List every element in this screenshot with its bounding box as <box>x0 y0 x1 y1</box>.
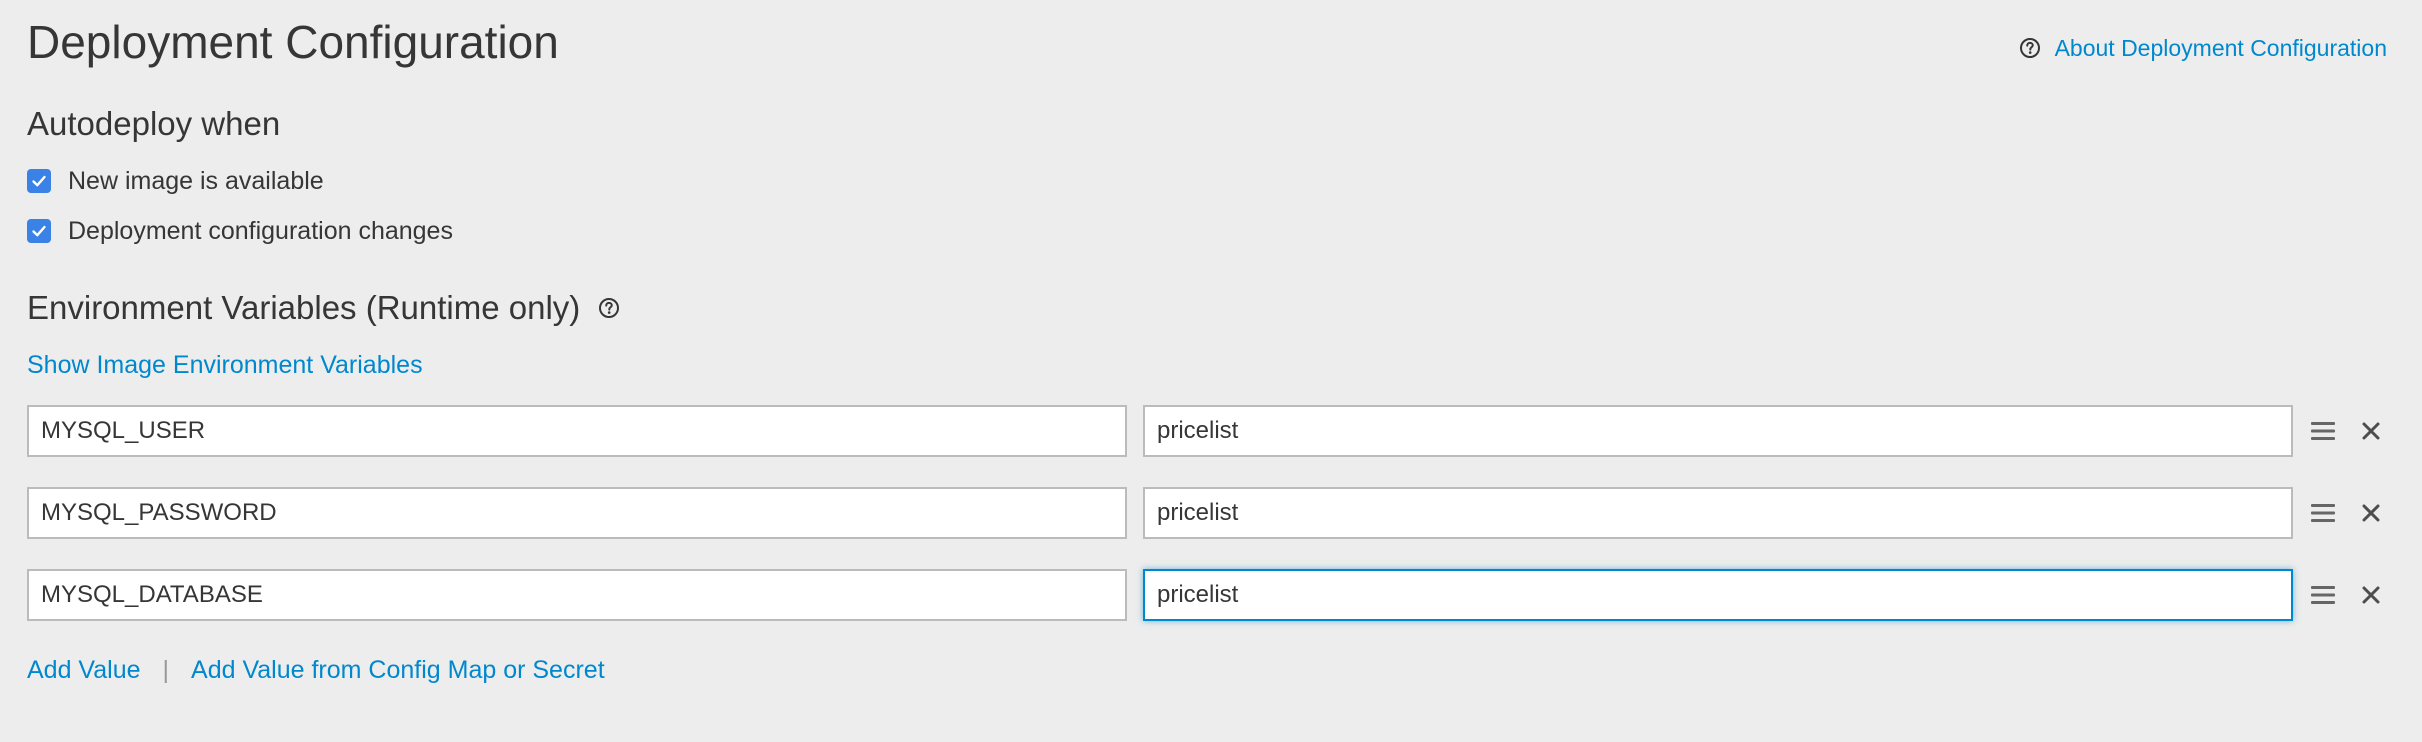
env-var-row <box>27 569 2387 621</box>
remove-env-var-button[interactable] <box>2345 405 2397 457</box>
close-icon <box>2362 422 2380 440</box>
question-circle-icon[interactable] <box>598 297 620 319</box>
show-image-env-vars-link[interactable]: Show Image Environment Variables <box>27 347 423 383</box>
link-separator: | <box>162 656 170 684</box>
checkmark-icon <box>32 225 46 237</box>
about-deployment-configuration-link[interactable]: About Deployment Configuration <box>2019 30 2387 66</box>
env-var-value-input[interactable] <box>1143 487 2293 539</box>
question-circle-icon <box>2019 37 2041 59</box>
add-value-link[interactable]: Add Value <box>27 652 141 688</box>
checkmark-icon <box>32 175 46 187</box>
new-image-checkbox-row[interactable]: New image is available <box>27 163 324 199</box>
add-value-actions: Add Value | Add Value from Config Map or… <box>27 652 605 688</box>
new-image-label: New image is available <box>68 167 324 195</box>
env-vars-heading: Environment Variables (Runtime only) <box>27 286 620 330</box>
add-value-from-config-link[interactable]: Add Value from Config Map or Secret <box>191 652 605 688</box>
drag-handle-icon[interactable] <box>2293 569 2353 621</box>
env-var-row <box>27 405 2387 457</box>
close-icon <box>2362 586 2380 604</box>
about-link-label: About Deployment Configuration <box>2054 35 2387 61</box>
env-var-row <box>27 487 2387 539</box>
drag-handle-icon[interactable] <box>2293 405 2353 457</box>
env-var-value-input[interactable] <box>1143 405 2293 457</box>
new-image-checkbox[interactable] <box>27 169 51 193</box>
env-var-value-input[interactable] <box>1143 569 2293 621</box>
remove-env-var-button[interactable] <box>2345 487 2397 539</box>
env-var-name-input[interactable] <box>27 569 1127 621</box>
page-title: Deployment Configuration <box>27 16 559 68</box>
drag-handle-icon[interactable] <box>2293 487 2353 539</box>
autodeploy-heading: Autodeploy when <box>27 105 281 142</box>
remove-env-var-button[interactable] <box>2345 569 2397 621</box>
env-vars-heading-text: Environment Variables (Runtime only) <box>27 289 581 326</box>
config-change-checkbox[interactable] <box>27 219 51 243</box>
close-icon <box>2362 504 2380 522</box>
env-var-name-input[interactable] <box>27 405 1127 457</box>
env-var-name-input[interactable] <box>27 487 1127 539</box>
config-change-checkbox-row[interactable]: Deployment configuration changes <box>27 213 453 249</box>
config-change-label: Deployment configuration changes <box>68 217 453 245</box>
